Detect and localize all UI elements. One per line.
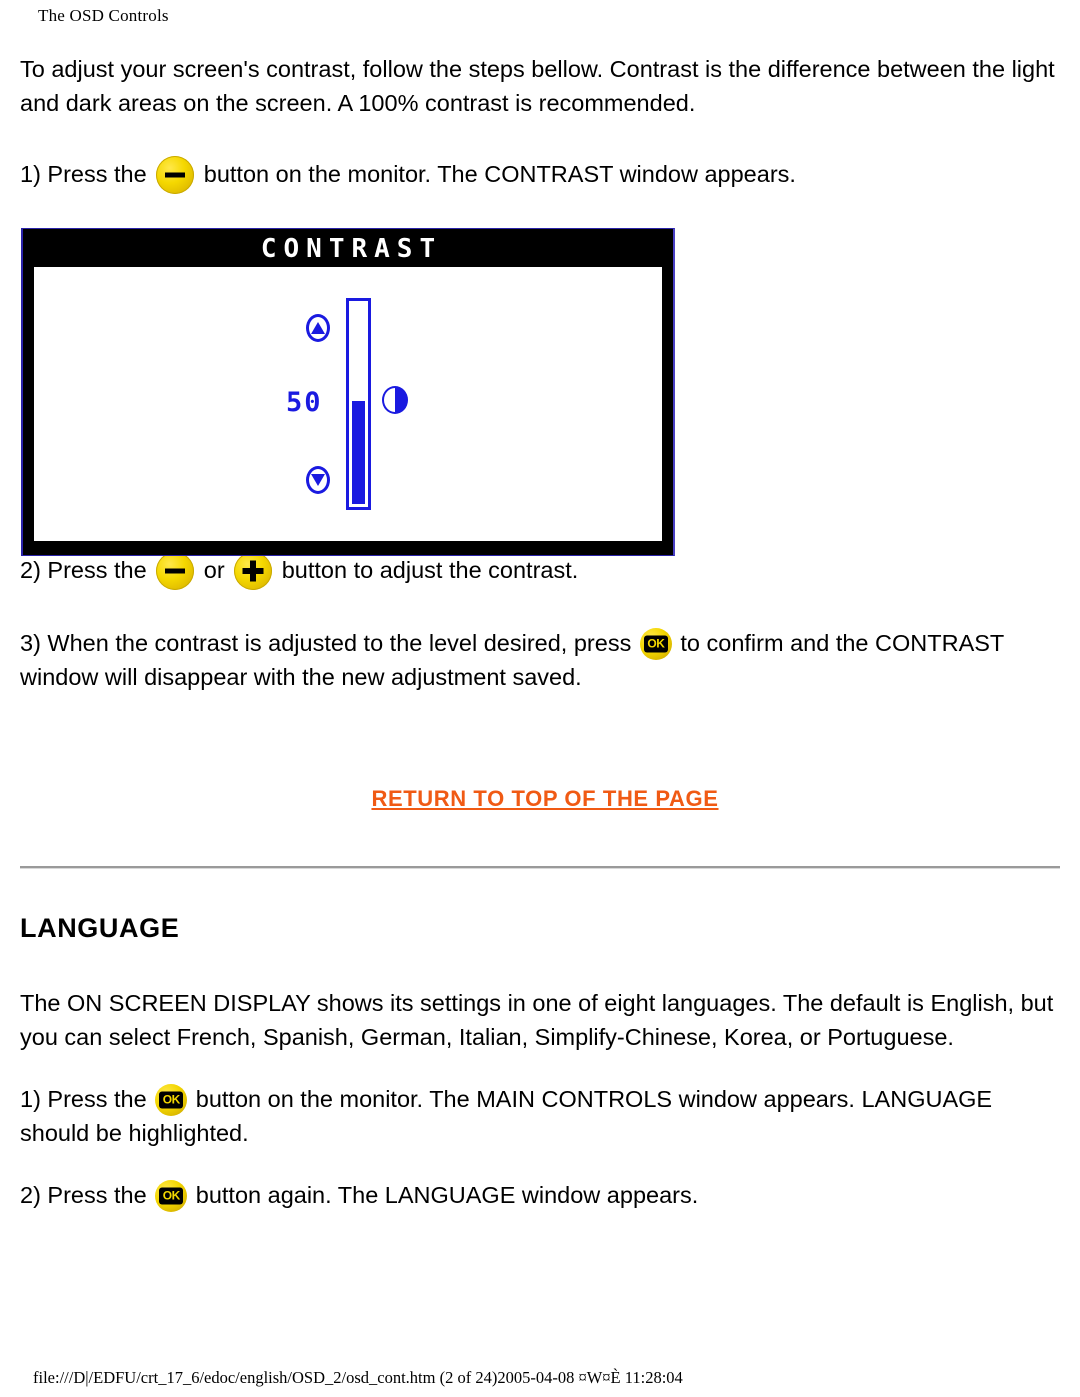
osd-body: 50 [34,267,662,541]
step-2-text-before: 2) Press the [20,557,147,583]
ok-icon: OK [159,1091,184,1109]
osd-contrast-window: CONTRAST 50 [21,228,675,556]
ok-button-2[interactable]: OK [155,1084,188,1116]
language-step-1-text-before: 1) Press the [20,1086,147,1112]
step-1-text-after: button on the monitor. The CONTRAST wind… [203,161,796,187]
document-content: To adjust your screen's contrast, follow… [20,52,1060,1218]
contrast-icon [382,386,408,414]
return-to-top-link[interactable]: RETURN TO TOP OF THE PAGE [371,786,718,812]
down-triangle-icon [311,474,325,486]
language-heading: LANGUAGE [20,913,180,943]
language-paragraph: The ON SCREEN DISPLAY shows its settings… [20,990,1054,1050]
step-1-text-before: 1) Press the [20,161,147,187]
minus-button-2[interactable] [156,552,195,590]
minus-button[interactable] [156,156,195,194]
step-2-text-after: button to adjust the contrast. [281,557,579,583]
ok-button-3[interactable]: OK [155,1180,188,1212]
language-step-2-text-before: 2) Press the [20,1182,147,1208]
osd-slider-fill [352,401,365,504]
osd-increase-arrow-icon[interactable] [306,314,330,342]
step-2-line: 2) Press the or button to adjust the con… [20,552,1060,590]
step-1-line: 1) Press the button on the monitor. The … [20,156,1060,194]
plus-button[interactable] [234,552,273,590]
ok-button[interactable]: OK [639,628,672,660]
osd-value-label: 50 [286,387,323,418]
osd-slider-group: 50 [258,294,438,514]
step-3-line: 3) When the contrast is adjusted to the … [20,626,1060,694]
intro-paragraph: To adjust your screen's contrast, follow… [20,56,1055,116]
plus-icon-vertical [250,560,257,582]
up-triangle-icon [311,322,325,334]
language-step-2-text-after: button again. The LANGUAGE window appear… [195,1182,699,1208]
osd-contrast-slider[interactable] [346,298,371,510]
step-2-or-text: or [203,557,225,583]
ok-icon: OK [643,635,668,653]
language-step-1-line: 1) Press the OK button on the monitor. T… [20,1082,1060,1150]
language-step-2-line: 2) Press the OK button again. The LANGUA… [20,1178,1060,1212]
osd-decrease-arrow-icon[interactable] [306,466,330,494]
step-3-text-before: 3) When the contrast is adjusted to the … [20,630,632,656]
ok-icon: OK [159,1187,184,1205]
page-header-title: The OSD Controls [38,6,169,25]
return-link-row: RETURN TO TOP OF THE PAGE [20,786,1060,812]
minus-icon [165,568,186,574]
page-footer-path: file:///D|/EDFU/crt_17_6/edoc/english/OS… [33,1368,683,1387]
osd-title: CONTRAST [260,234,443,264]
minus-icon [165,172,186,178]
